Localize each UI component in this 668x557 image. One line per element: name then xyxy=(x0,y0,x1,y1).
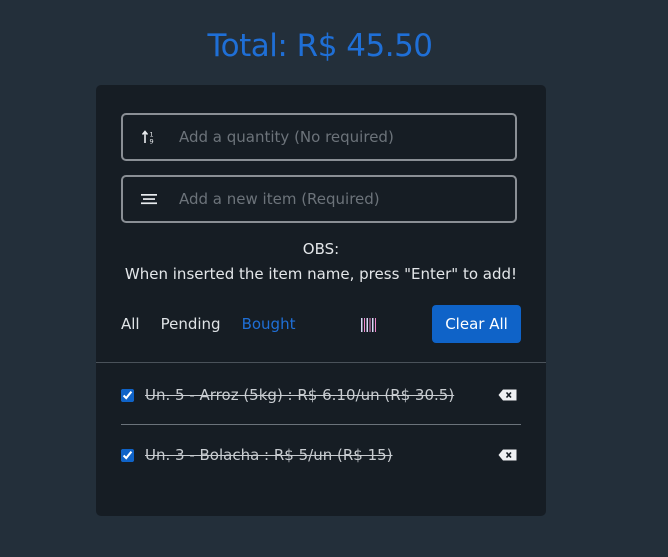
item-field[interactable] xyxy=(121,175,517,223)
clear-all-button[interactable]: Clear All xyxy=(432,305,521,343)
item-divider xyxy=(121,424,521,425)
sort-icon: 1 9 xyxy=(123,129,175,145)
backspace-icon[interactable] xyxy=(495,389,517,401)
item-checkbox[interactable] xyxy=(121,388,134,402)
backspace-icon[interactable] xyxy=(495,449,517,461)
filter-bought[interactable]: Bought xyxy=(242,315,296,333)
total-amount: Total: R$ 45.50 xyxy=(207,28,433,64)
item-text: Un. 5 - Arroz (5kg) : R$ 6.10/un (R$ 30.… xyxy=(145,386,455,404)
obs-text: When inserted the item name, press "Ente… xyxy=(124,265,518,283)
item-checkbox[interactable] xyxy=(121,448,134,462)
item-text: Un. 3 - Bolacha : R$ 5/un (R$ 15) xyxy=(145,446,393,464)
item-input[interactable] xyxy=(175,190,515,208)
barcode-icon[interactable] xyxy=(360,317,378,336)
list-item: Un. 3 - Bolacha : R$ 5/un (R$ 15) xyxy=(121,443,517,467)
filter-pending[interactable]: Pending xyxy=(161,315,221,333)
list-icon xyxy=(123,192,175,206)
filter-all[interactable]: All xyxy=(121,315,140,333)
quantity-field[interactable]: 1 9 xyxy=(121,113,517,161)
list-item: Un. 5 - Arroz (5kg) : R$ 6.10/un (R$ 30.… xyxy=(121,383,517,407)
obs-title: OBS: xyxy=(302,240,340,258)
quantity-input[interactable] xyxy=(175,128,515,146)
svg-text:9: 9 xyxy=(150,138,154,146)
filter-tabs: All Pending Bought xyxy=(121,305,316,343)
divider xyxy=(96,362,546,363)
shopping-list-card: 1 9 OBS: When inserted the item name, pr… xyxy=(96,85,546,516)
